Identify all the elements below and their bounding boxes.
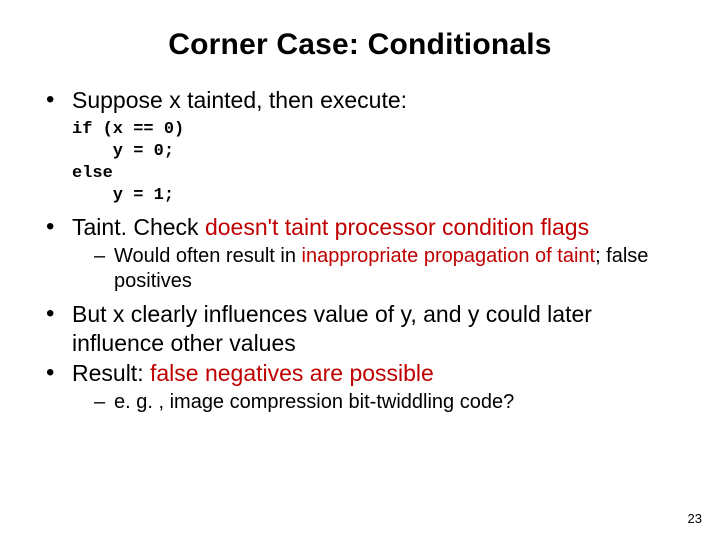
- bullet-result-pre: Result:: [72, 360, 150, 386]
- sub-bullet-propagation: Would often result in inappropriate prop…: [94, 244, 680, 294]
- bullet-result-red: false negatives are possible: [150, 360, 434, 386]
- slide-title: Corner Case: Conditionals: [40, 28, 680, 62]
- sub-list-result: e. g. , image compression bit-twiddling …: [72, 390, 680, 415]
- sub-list-taintcheck: Would often result in inappropriate prop…: [72, 244, 680, 294]
- sub-example-text: e. g. , image compression bit-twiddling …: [114, 391, 514, 413]
- code-block: if (x == 0) y = 0; else y = 1;: [72, 119, 680, 207]
- bullet-influence: But x clearly influences value of y, and…: [46, 300, 680, 358]
- bullet-suppose: Suppose x tainted, then execute: if (x =…: [46, 86, 680, 207]
- bullet-list: Suppose x tainted, then execute: if (x =…: [40, 86, 680, 415]
- sub-prop-pre: Would often result in: [114, 245, 302, 267]
- sub-prop-red: inappropriate propagation of taint: [302, 245, 596, 267]
- bullet-suppose-text: Suppose x tainted, then execute:: [72, 87, 407, 113]
- bullet-taintcheck-pre: Taint. Check: [72, 214, 205, 240]
- page-number: 23: [688, 511, 702, 526]
- bullet-result: Result: false negatives are possible e. …: [46, 359, 680, 415]
- bullet-taintcheck: Taint. Check doesn't taint processor con…: [46, 213, 680, 294]
- slide: Corner Case: Conditionals Suppose x tain…: [0, 0, 720, 540]
- bullet-taintcheck-red: doesn't taint processor condition flags: [205, 214, 589, 240]
- sub-bullet-example: e. g. , image compression bit-twiddling …: [94, 390, 680, 415]
- bullet-influence-text: But x clearly influences value of y, and…: [72, 301, 592, 356]
